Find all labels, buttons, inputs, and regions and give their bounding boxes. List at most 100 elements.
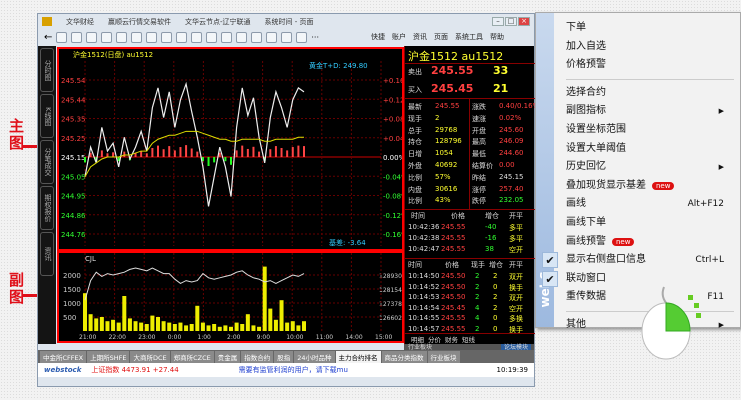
volume-bar [217, 326, 222, 331]
side-tab-timeshare[interactable]: 分时图 [40, 48, 54, 92]
column-header: 价格 [445, 261, 459, 269]
column-header: 时间 [408, 261, 422, 269]
title-text: 文华财经 [66, 17, 94, 26]
toolbar-button-icon[interactable] [101, 32, 113, 43]
menu-item[interactable]: 设置大单阈值 [566, 140, 736, 158]
menu-quick[interactable]: 快捷 [371, 32, 385, 42]
toolbar-button-icon[interactable] [236, 32, 248, 43]
toolbar-button-icon[interactable] [191, 32, 203, 43]
menu-item[interactable]: 画线预警 new [566, 233, 736, 251]
side-tab-news[interactable]: 资讯 [40, 232, 54, 276]
close-button[interactable]: × [518, 17, 530, 26]
menu-account[interactable]: 账户 [392, 32, 406, 42]
sub-chart[interactable]: 2000 128930 1500 128154 1000 127378 500 126602 2… [57, 251, 404, 343]
toolbar-button-icon[interactable] [56, 32, 68, 43]
toolbar-button-icon[interactable] [221, 32, 233, 43]
title-text: 系统时间 - 页面 [264, 17, 314, 26]
menu-page[interactable]: 页面 [434, 32, 448, 42]
bottom-tab[interactable]: 24小时品种 [294, 350, 335, 363]
menu-item[interactable]: 下单 [566, 19, 736, 37]
bottom-tab[interactable]: 贵金属 [214, 350, 241, 363]
trade-cell: 多平 [509, 235, 523, 243]
volume-bar [273, 319, 278, 331]
volume-bar [229, 326, 233, 331]
toolbar-button-icon[interactable] [296, 32, 308, 43]
menu-item[interactable]: 设置坐标范围 [566, 121, 736, 139]
notice-link[interactable]: 需要有监管利润的用户，请下载mu [239, 365, 348, 375]
trade-cell: 38 [485, 245, 494, 253]
volume-bar [290, 321, 295, 331]
bottom-tab[interactable]: 指数合约 [241, 350, 274, 363]
side-tab-options[interactable]: 期权报价 [40, 186, 54, 230]
toolbar-button-icon[interactable] [86, 32, 98, 43]
toolbar-button-icon[interactable] [176, 32, 188, 43]
volume-bar [105, 321, 110, 331]
tick-cell: 2 [493, 293, 498, 301]
pct-tick-label: 0.00% [383, 154, 402, 162]
tick-cell: 10:14:55 [408, 314, 440, 322]
pct-tick-label: -0.04% [383, 173, 402, 181]
toolbar-button-icon[interactable] [71, 32, 83, 43]
main-chart[interactable]: 245.54 +0.16% 245.44 +0.12% 245.35 +0.08% 245.… [57, 47, 404, 251]
menu-item[interactable]: 叠加现货显示基差 new [566, 177, 736, 195]
bottom-tab[interactable]: 大商所DCE [130, 350, 170, 363]
menu-tools[interactable]: 系统工具 [455, 32, 483, 42]
bottom-tab[interactable]: 行业板块 [427, 350, 460, 363]
refresh-icon[interactable] [131, 32, 143, 43]
stat-label: 现手 [408, 114, 422, 123]
menu-item[interactable]: 显示右侧盘口信息 Ctrl+L ✔ [542, 251, 736, 269]
pct-tick-label: +0.04% [383, 135, 402, 143]
maximize-button[interactable]: □ [505, 17, 517, 26]
menu-item[interactable]: 画线 Alt+F12 [566, 195, 736, 213]
menu-item[interactable]: 画线下单 [566, 214, 736, 232]
toolbar-button-icon[interactable] [116, 32, 128, 43]
stat-value: 29768 [435, 125, 458, 134]
pct-tick-label: -0.08% [383, 193, 402, 201]
tick-cell: 2 [475, 272, 480, 280]
menu-separator [566, 78, 734, 80]
menu-item-label: 下单 [566, 22, 586, 33]
bottom-tab[interactable]: 上期所SHFE [87, 350, 130, 363]
more-icon[interactable]: ··· [311, 33, 319, 42]
price-tick-label: 245.05 [61, 173, 86, 181]
volume-bar [257, 326, 262, 331]
menu-item[interactable]: 加入自选 [566, 38, 736, 56]
stat-label: 比例 [408, 197, 422, 206]
toolbar-button-icon[interactable] [251, 32, 263, 43]
toolbar-button-icon[interactable] [281, 32, 293, 43]
menu-item[interactable]: 副图指标 ▶ [566, 102, 736, 120]
right-tab-finance[interactable]: 财务 [445, 334, 458, 344]
sell-volume: 33 [493, 64, 509, 77]
menu-item[interactable]: 历史回忆 ▶ [566, 158, 736, 176]
stat-value: 257.40 [499, 184, 524, 193]
stat-label: 持仓 [408, 138, 422, 147]
right-tab-price[interactable]: 分价 [428, 334, 441, 344]
toolbar-button-icon[interactable] [266, 32, 278, 43]
menu-news[interactable]: 资讯 [413, 32, 427, 42]
bottom-tab[interactable]: 商品分类指数 [381, 350, 427, 363]
new-badge: new [652, 181, 675, 190]
back-arrow-icon[interactable]: ← [44, 32, 52, 43]
right-tab-short[interactable]: 短线 [462, 334, 475, 344]
bottom-tab[interactable]: 中金所CFFEX [40, 350, 87, 363]
stat-label: 开盘 [472, 126, 486, 135]
side-tab-ticks[interactable]: 分笔成交 [40, 140, 54, 184]
menu-item-label: 副图指标 [566, 105, 606, 117]
bottom-tab[interactable]: 郑商所CZCE [170, 350, 214, 363]
menu-help[interactable]: 帮助 [490, 32, 504, 42]
volume-bar [245, 314, 250, 331]
toolbar-button-icon[interactable] [161, 32, 173, 43]
price-tick-label: 244.95 [61, 193, 86, 201]
toolbar-button-icon[interactable] [146, 32, 158, 43]
toolbar-button-icon[interactable] [206, 32, 218, 43]
bottom-tab[interactable]: 主力合约排名 [335, 350, 381, 363]
right-tab-detail[interactable]: 明细 [411, 334, 424, 344]
volume-tick-label: 2000 [63, 272, 81, 280]
bottom-tab[interactable]: 股指 [274, 350, 294, 363]
volume-bar [206, 325, 211, 331]
minimize-button[interactable]: – [492, 17, 504, 26]
clock: 10:19:39 [496, 366, 528, 374]
menu-item[interactable]: 价格预警 [566, 56, 736, 74]
side-tab-kline[interactable]: K线图 [40, 94, 54, 138]
menu-item[interactable]: 选择合约 [566, 84, 736, 102]
